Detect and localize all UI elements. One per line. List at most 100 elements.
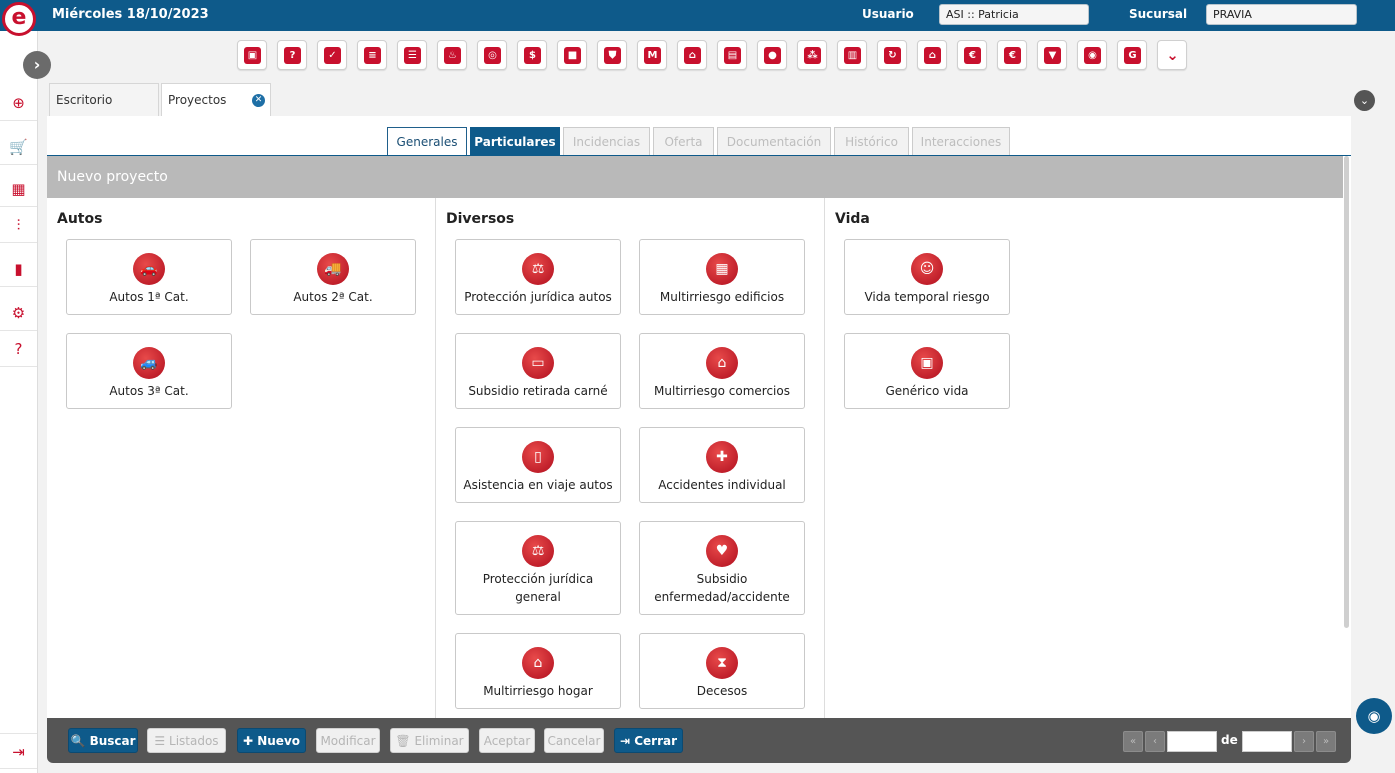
toolbar-target-button[interactable]: ◎ (477, 40, 507, 70)
chevron-down-icon: ⌄ (1166, 46, 1179, 64)
expand-menu-button[interactable]: › (23, 51, 51, 79)
product-card[interactable]: ✚ Accidentes individual (639, 427, 805, 503)
subtab-oferta[interactable]: Oferta (653, 127, 714, 156)
first-page-button[interactable]: « (1123, 731, 1143, 752)
column-diversos: Diversos ⚖ Protección jurídica autos ▦ M… (436, 198, 825, 720)
page-of-label: de (1221, 733, 1238, 747)
tab-escritorio[interactable]: Escritorio (49, 83, 159, 116)
product-card[interactable]: ⌂ Multirriesgo hogar (455, 633, 621, 709)
subtab-historico[interactable]: Histórico (834, 127, 909, 156)
toolbar-shield-down-button[interactable]: ▼ (1037, 40, 1067, 70)
search-button[interactable]: 🔍 Buscar (68, 728, 138, 753)
product-card[interactable]: ▦ Multirriesgo edificios (639, 239, 805, 315)
tab-proyectos[interactable]: Proyectos ✕ (161, 83, 271, 116)
section-title: Nuevo proyecto (47, 156, 1343, 198)
toolbar-more-button[interactable]: ⌄ (1157, 40, 1187, 70)
product-card[interactable]: ☺ Vida temporal riesgo (844, 239, 1010, 315)
toolbar-cube-button[interactable]: ▣ (237, 40, 267, 70)
product-card[interactable]: ⧗ Decesos (639, 633, 805, 709)
list-icon: ☰ (154, 734, 166, 748)
subtab-particulares[interactable]: Particulares (470, 127, 560, 156)
toolbar-agent-button[interactable]: ● (757, 40, 787, 70)
toolbar-users-home-button[interactable]: ⌂ (917, 40, 947, 70)
page-total-field (1242, 731, 1292, 752)
new-button[interactable]: ✚ Nuevo (237, 728, 306, 753)
briefcase-icon: ■ (564, 47, 581, 64)
toolbar-building-grid-button[interactable]: ▤ (717, 40, 747, 70)
close-button[interactable]: ⇥ Cerrar (614, 728, 683, 753)
product-card[interactable]: ▣ Genérico vida (844, 333, 1010, 409)
sliders-icon[interactable]: ⫶ (0, 207, 37, 243)
toolbar-user-check-button[interactable]: ✓ (317, 40, 347, 70)
column-title: Vida (835, 211, 870, 227)
gear-icon[interactable]: ⚙ (0, 295, 37, 331)
last-page-button[interactable]: » (1316, 731, 1336, 752)
product-card[interactable]: ▭ Subsidio retirada carné (455, 333, 621, 409)
toolbar-document-button[interactable]: ≡ (357, 40, 387, 70)
product-card[interactable]: ⌂ Multirriesgo comercios (639, 333, 805, 409)
store-icon: ⌂ (706, 347, 738, 379)
bar-chart-icon[interactable]: ▮ (0, 251, 37, 287)
help-icon[interactable]: ? (0, 331, 37, 367)
toolbar-list-button[interactable]: ☰ (397, 40, 427, 70)
building-grid-icon: ▤ (724, 47, 741, 64)
toolbar-brand-m-button[interactable]: M (637, 40, 667, 70)
brand-g-icon: G (1124, 47, 1141, 64)
subtab-generales[interactable]: Generales (387, 127, 467, 156)
next-page-button[interactable]: › (1294, 731, 1314, 752)
subtab-documentacion[interactable]: Documentación (717, 127, 831, 156)
logout-icon[interactable]: ⇥ (0, 733, 37, 769)
buildings-icon[interactable]: ▦ (0, 171, 37, 207)
subtab-incidencias[interactable]: Incidencias (563, 127, 650, 156)
product-card[interactable]: ♥ Subsidio enfermedad/accidente (639, 521, 805, 615)
product-card[interactable]: ▯ Asistencia en viaje autos (455, 427, 621, 503)
euro-home-icon: € (1004, 47, 1021, 64)
toolbar-briefcase-button[interactable]: ■ (557, 40, 587, 70)
branch-field[interactable] (1206, 4, 1357, 25)
cancel-button[interactable]: Cancelar (544, 728, 604, 753)
toolbar-group-button[interactable]: ⁂ (797, 40, 827, 70)
product-label: Autos 2ª Cat. (293, 290, 373, 304)
page-number-input[interactable] (1167, 731, 1217, 752)
floating-eye-button[interactable]: ◉ (1356, 698, 1392, 734)
collapse-panel-button[interactable]: ⌄ (1354, 90, 1375, 111)
tab-label: Proyectos (168, 93, 227, 107)
toolbar-flame-button[interactable]: ♨ (437, 40, 467, 70)
product-label: Genérico vida (885, 384, 969, 398)
document-icon: ≡ (364, 47, 381, 64)
listados-button[interactable]: ☰ Listados (147, 728, 226, 753)
modify-button[interactable]: Modificar (316, 728, 380, 753)
toolbar-brand-g-button[interactable]: G (1117, 40, 1147, 70)
product-card[interactable]: 🚗 Autos 1ª Cat. (66, 239, 232, 315)
product-card[interactable]: ⚖ Protección jurídica general (455, 521, 621, 615)
accept-button[interactable]: Aceptar (479, 728, 535, 753)
car-crash-icon: 🚙 (133, 347, 165, 379)
toolbar-euro-home-button[interactable]: € (997, 40, 1027, 70)
toolbar-currency-exchange-button[interactable]: ↻ (877, 40, 907, 70)
shopping-bag-icon: ⛊ (604, 47, 621, 64)
product-card[interactable]: ⚖ Protección jurídica autos (455, 239, 621, 315)
toolbar-shopping-bag-button[interactable]: ⛊ (597, 40, 627, 70)
product-card[interactable]: 🚚 Autos 2ª Cat. (250, 239, 416, 315)
building-icon: ▦ (706, 253, 738, 285)
subtab-interacciones[interactable]: Interacciones (912, 127, 1010, 156)
shield-down-icon: ▼ (1044, 47, 1061, 64)
product-card[interactable]: 🚙 Autos 3ª Cat. (66, 333, 232, 409)
user-field[interactable] (939, 4, 1089, 25)
close-icon[interactable]: ✕ (252, 94, 265, 107)
toolbar-building-add-button[interactable]: ▥ (837, 40, 867, 70)
toolbar-user-question-button[interactable]: ? (277, 40, 307, 70)
id-card-icon: ▭ (522, 347, 554, 379)
travel-car-icon: ▯ (522, 441, 554, 473)
branch-label: Sucursal (1129, 7, 1188, 21)
product-label: Subsidio enfermedad/accidente (654, 572, 790, 604)
toolbar-eye-button[interactable]: ◉ (1077, 40, 1107, 70)
add-circle-icon[interactable]: ⊕ (0, 85, 37, 121)
toolbar-house-document-button[interactable]: ⌂ (677, 40, 707, 70)
toolbar-euro-button[interactable]: € (957, 40, 987, 70)
vertical-scrollbar[interactable] (1344, 156, 1349, 628)
delete-button[interactable]: 🗑 Eliminar (390, 728, 469, 753)
toolbar-money-button[interactable]: $ (517, 40, 547, 70)
cart-icon[interactable]: 🛒 (0, 129, 37, 165)
prev-page-button[interactable]: ‹ (1145, 731, 1165, 752)
